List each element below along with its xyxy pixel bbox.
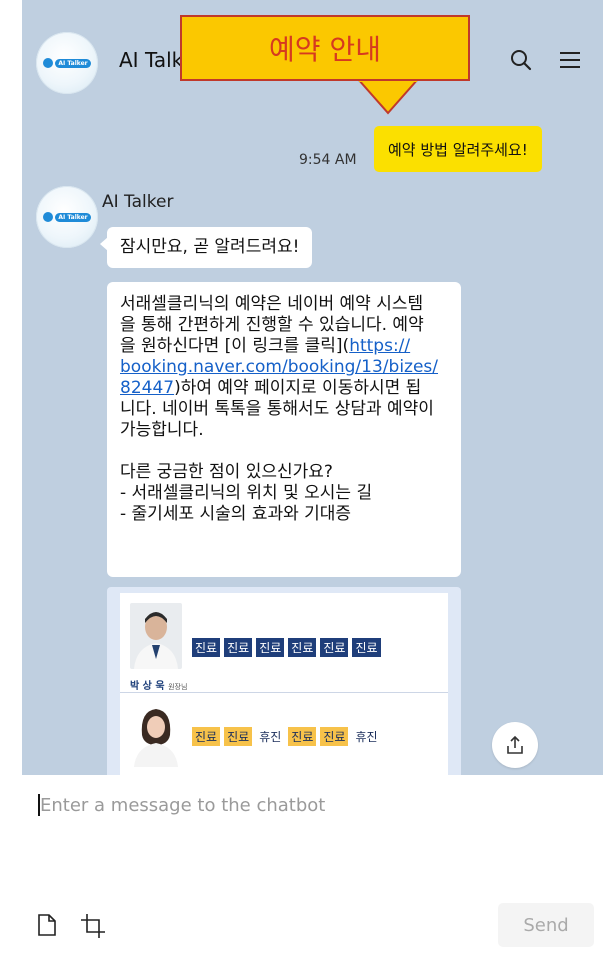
reply-line: - 서래셀클리닉의 위치 및 오시는 길 — [120, 483, 373, 503]
schedule-image[interactable]: 박 상 욱 원장님 진료 진료 진료 진료 진료 진료 진료 진료 휴진 진료 진료 휴 — [107, 587, 461, 775]
message-input[interactable]: Enter a message to the chatbot — [40, 795, 325, 816]
avatar-logo-text: AI Talker — [55, 212, 91, 222]
schedule-tag: 진료 — [224, 638, 253, 657]
reply-line: 을 통해 간편하게 진행할 수 있습니다. 예약 — [120, 315, 424, 335]
annotation-callout: 예약 안내 — [180, 15, 470, 81]
schedule-tag: 휴진 — [259, 729, 282, 744]
doctor1-schedule-tags: 진료 진료 진료 진료 진료 진료 — [192, 638, 381, 657]
schedule-tag: 진료 — [192, 726, 221, 746]
bot-short-reply-text: 잠시만요, 곧 알려드려요! — [120, 237, 300, 257]
reply-line: )하여 예약 페이지로 이동하시면 됩 — [174, 378, 422, 398]
schedule-tag: 진료 — [288, 726, 317, 746]
send-button[interactable]: Send — [498, 903, 594, 947]
bot-short-reply-bubble: 잠시만요, 곧 알려드려요! — [100, 227, 313, 268]
schedule-tag: 진료 — [224, 726, 253, 746]
schedule-tag: 진료 — [320, 638, 349, 657]
schedule-tag: 진료 — [352, 638, 381, 657]
file-icon[interactable] — [36, 913, 58, 941]
reply-line: 니다. 네이버 톡톡을 통해서도 상담과 예약이 — [120, 399, 434, 419]
message-timestamp: 9:54 AM — [299, 152, 357, 168]
doctor-photo-cell — [120, 701, 192, 771]
reply-line: 가능합니다. — [120, 420, 204, 440]
doctor-title: 원장님 — [168, 683, 188, 691]
share-icon[interactable] — [492, 722, 538, 768]
schedule-table: 박 상 욱 원장님 진료 진료 진료 진료 진료 진료 진료 진료 휴진 진료 진료 휴 — [120, 593, 448, 775]
booking-link[interactable]: booking.naver.com/booking/13/bizes/ — [120, 357, 438, 377]
doctor-name: 박 상 욱 — [130, 681, 165, 692]
schedule-tag: 진료 — [320, 726, 349, 746]
schedule-row-doctor1: 박 상 욱 원장님 진료 진료 진료 진료 진료 진료 — [120, 603, 448, 692]
reply-line: 을 원하신다면 [이 링크를 클릭]( — [120, 336, 350, 356]
chat-area[interactable]: AI Talker AI Talk 예약 안내 9:54 AM 예약 방법 알려… — [22, 0, 603, 775]
reply-line: 다른 궁금한 점이 있으신가요? — [120, 462, 333, 482]
schedule-tag: 진료 — [288, 638, 317, 657]
schedule-tag: 진료 — [192, 638, 221, 657]
doctor-photo — [130, 603, 182, 669]
user-message-bubble: 예약 방법 알려주세요! — [374, 126, 542, 172]
reply-line: - 줄기세포 시술의 효과와 기대증 — [120, 504, 352, 524]
chatbot-window: AI Talker AI Talk 예약 안내 9:54 AM 예약 방법 알려… — [22, 0, 603, 953]
callout-text: 예약 안내 — [269, 33, 381, 66]
reply-line: 서래셀클리닉의 예약은 네이버 예약 시스템 — [120, 294, 424, 314]
row-divider — [120, 692, 448, 693]
crop-icon[interactable] — [80, 913, 106, 943]
booking-link[interactable]: 82447 — [120, 378, 174, 398]
doctor2-schedule-tags: 진료 진료 휴진 진료 진료 휴진 — [192, 726, 381, 746]
doctor-photo-cell: 박 상 욱 원장님 — [120, 603, 192, 692]
doctor-photo — [130, 701, 182, 767]
booking-link[interactable]: https:// — [349, 336, 410, 356]
schedule-tag: 진료 — [256, 638, 285, 657]
schedule-row-doctor2: 진료 진료 휴진 진료 진료 휴진 — [120, 701, 448, 771]
bot-message-avatar: AI Talker — [36, 186, 98, 248]
bot-reply-bubble: 서래셀클리닉의 예약은 네이버 예약 시스템 을 통해 간편하게 진행할 수 있… — [107, 282, 461, 577]
schedule-tag: 휴진 — [355, 729, 378, 744]
bot-name: AI Talker — [102, 192, 174, 212]
